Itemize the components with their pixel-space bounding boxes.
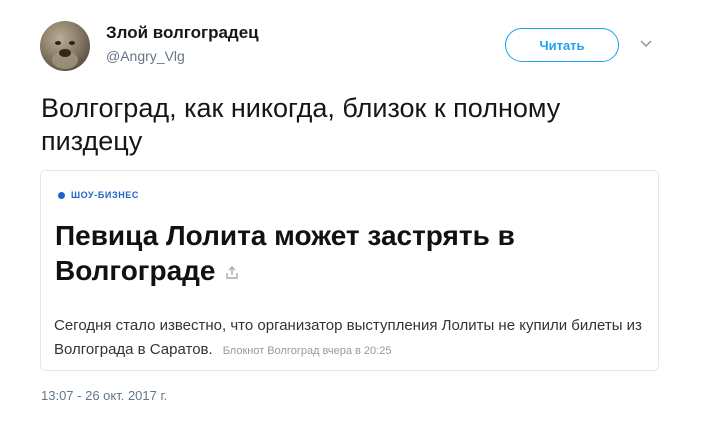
card-category: ШОУ-БИЗНЕС <box>58 190 139 200</box>
avatar-eye-left <box>55 41 61 45</box>
avatar-eye-right <box>69 41 75 45</box>
author-name[interactable]: Злой волгоградец <box>106 23 259 43</box>
author-handle[interactable]: @Angry_Vlg <box>106 48 185 64</box>
avatar-nose <box>59 49 71 57</box>
card-source: Блокнот Волгоград вчера в 20:25 <box>222 345 392 357</box>
category-dot-icon <box>58 191 65 199</box>
card-description: Сегодня стало известно, что организатор … <box>54 314 649 363</box>
follow-button[interactable]: Читать <box>505 28 619 62</box>
tweet-text: Волгоград, как никогда, близок к полному… <box>41 93 561 156</box>
card-headline-text: Певица Лолита может застрять в Волгоград… <box>55 220 515 286</box>
link-card[interactable]: ШОУ-БИЗНЕС Певица Лолита может застрять … <box>40 170 659 371</box>
avatar[interactable] <box>40 21 90 71</box>
category-label: ШОУ-БИЗНЕС <box>71 190 139 200</box>
share-icon[interactable] <box>224 265 240 281</box>
card-headline[interactable]: Певица Лолита может застрять в Волгоград… <box>55 218 575 288</box>
chevron-down-icon[interactable] <box>639 39 653 49</box>
tweet-timestamp[interactable]: 13:07 - 26 окт. 2017 г. <box>41 388 167 403</box>
